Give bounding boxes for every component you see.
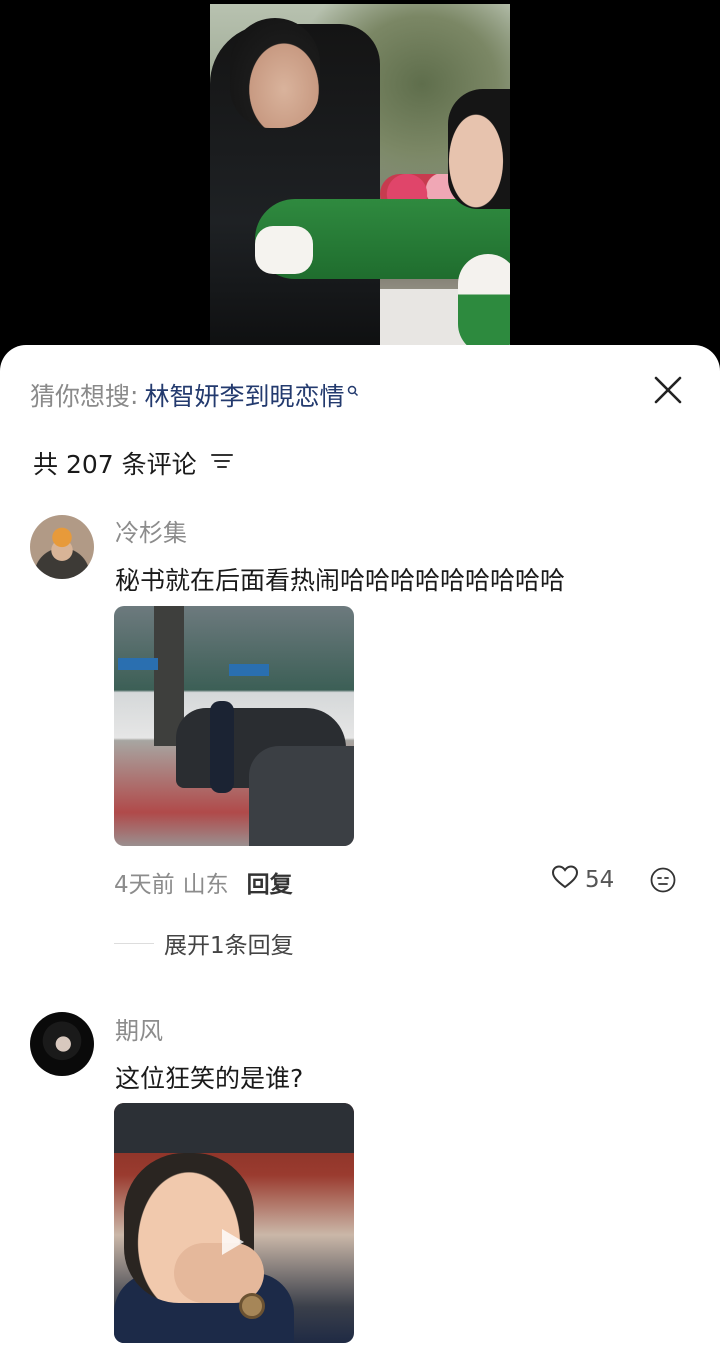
image-sign: [118, 658, 158, 670]
image-roof: [114, 1103, 354, 1153]
avatar[interactable]: [30, 1012, 94, 1076]
comment-time: 4天前: [114, 872, 175, 898]
video-player[interactable]: [0, 0, 720, 360]
comments-sheet: 猜你想搜 : 林智妍李到晛恋情 共 207 条评论 冷杉集 秘书就在后面看热闹哈…: [0, 345, 720, 1346]
heart-icon: [551, 864, 579, 896]
expand-replies-label: 展开1条回复: [164, 933, 294, 959]
comment-author[interactable]: 期风: [115, 1011, 163, 1046]
image-watch: [239, 1293, 265, 1319]
comment-location: 山东: [182, 872, 229, 898]
comment-item: 期风 这位狂笑的是谁?: [0, 345, 720, 1343]
comment-image[interactable]: [114, 1103, 354, 1343]
play-icon[interactable]: [222, 1229, 244, 1255]
comment-text: 这位狂笑的是谁?: [115, 1064, 304, 1093]
divider-line: [114, 942, 154, 944]
comment-image[interactable]: [114, 606, 354, 846]
video-scene-man-head: [230, 18, 320, 128]
video-scene-sleeve: [458, 254, 510, 354]
expand-replies-button[interactable]: 展开1条回复: [114, 926, 294, 960]
image-person: [210, 701, 234, 793]
video-scene-woman: [448, 89, 510, 209]
like-count: 54: [585, 867, 615, 893]
image-sign: [229, 664, 269, 676]
image-car: [249, 746, 354, 846]
video-scene-cuff: [255, 226, 313, 274]
reply-button[interactable]: 回复: [247, 865, 293, 899]
comment-meta: 4天前 山东 回复: [114, 865, 293, 899]
like-button[interactable]: 54: [551, 864, 614, 896]
emoji-icon[interactable]: [650, 867, 676, 893]
video-frame[interactable]: [210, 4, 510, 354]
